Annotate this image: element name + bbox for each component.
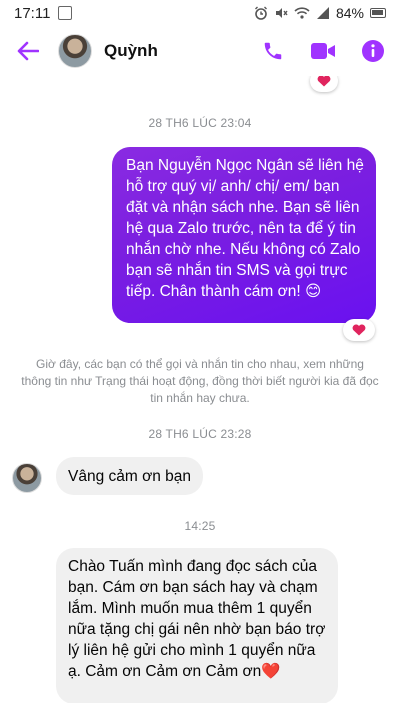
battery-icon (370, 8, 386, 18)
call-button[interactable] (260, 38, 286, 64)
signal-icon (316, 6, 330, 20)
timestamp: 28 TH6 LÚC 23:04 (148, 116, 252, 130)
contact-avatar[interactable] (58, 34, 92, 68)
sender-avatar[interactable] (12, 463, 42, 493)
incoming-message[interactable]: Chào Tuấn mình đang đọc sách của bạn. Cá… (56, 548, 338, 703)
back-arrow-icon (17, 41, 39, 61)
header-actions (260, 38, 386, 64)
timestamp: 28 TH6 LÚC 23:28 (148, 427, 252, 441)
outgoing-message[interactable]: Bạn Nguyễn Ngọc Ngân sẽ liên hệ hỗ trợ q… (112, 147, 376, 323)
back-button[interactable] (14, 37, 42, 65)
alarm-icon (254, 6, 268, 20)
video-icon (311, 43, 335, 59)
heart-reaction[interactable] (343, 319, 375, 341)
mute-icon (274, 6, 288, 20)
info-button[interactable] (360, 38, 386, 64)
info-icon (362, 40, 384, 62)
connection-system-note: Giờ đây, các bạn có thể gọi và nhắn tin … (21, 357, 379, 405)
heart-reaction[interactable] (310, 76, 338, 92)
status-time: 17:11 (14, 4, 51, 22)
status-bar: 17:11 84% (0, 0, 400, 26)
message-list[interactable]: 28 TH6 LÚC 23:04 Bạn Nguyễn Ngọc Ngân sẽ… (0, 76, 400, 703)
contact-name[interactable]: Quỳnh (104, 41, 158, 61)
incoming-message[interactable]: Vâng cảm ơn bạn (56, 457, 204, 495)
video-call-button[interactable] (310, 38, 336, 64)
wifi-icon (294, 6, 310, 20)
battery-percent: 84% (335, 5, 364, 21)
conversation-header: Quỳnh (0, 26, 400, 76)
gallery-notification-icon (58, 6, 73, 20)
timestamp: 14:25 (184, 519, 216, 533)
status-icons: 84% (254, 5, 386, 21)
heart-icon (317, 76, 331, 87)
heart-icon (352, 324, 366, 336)
phone-icon (264, 42, 282, 60)
